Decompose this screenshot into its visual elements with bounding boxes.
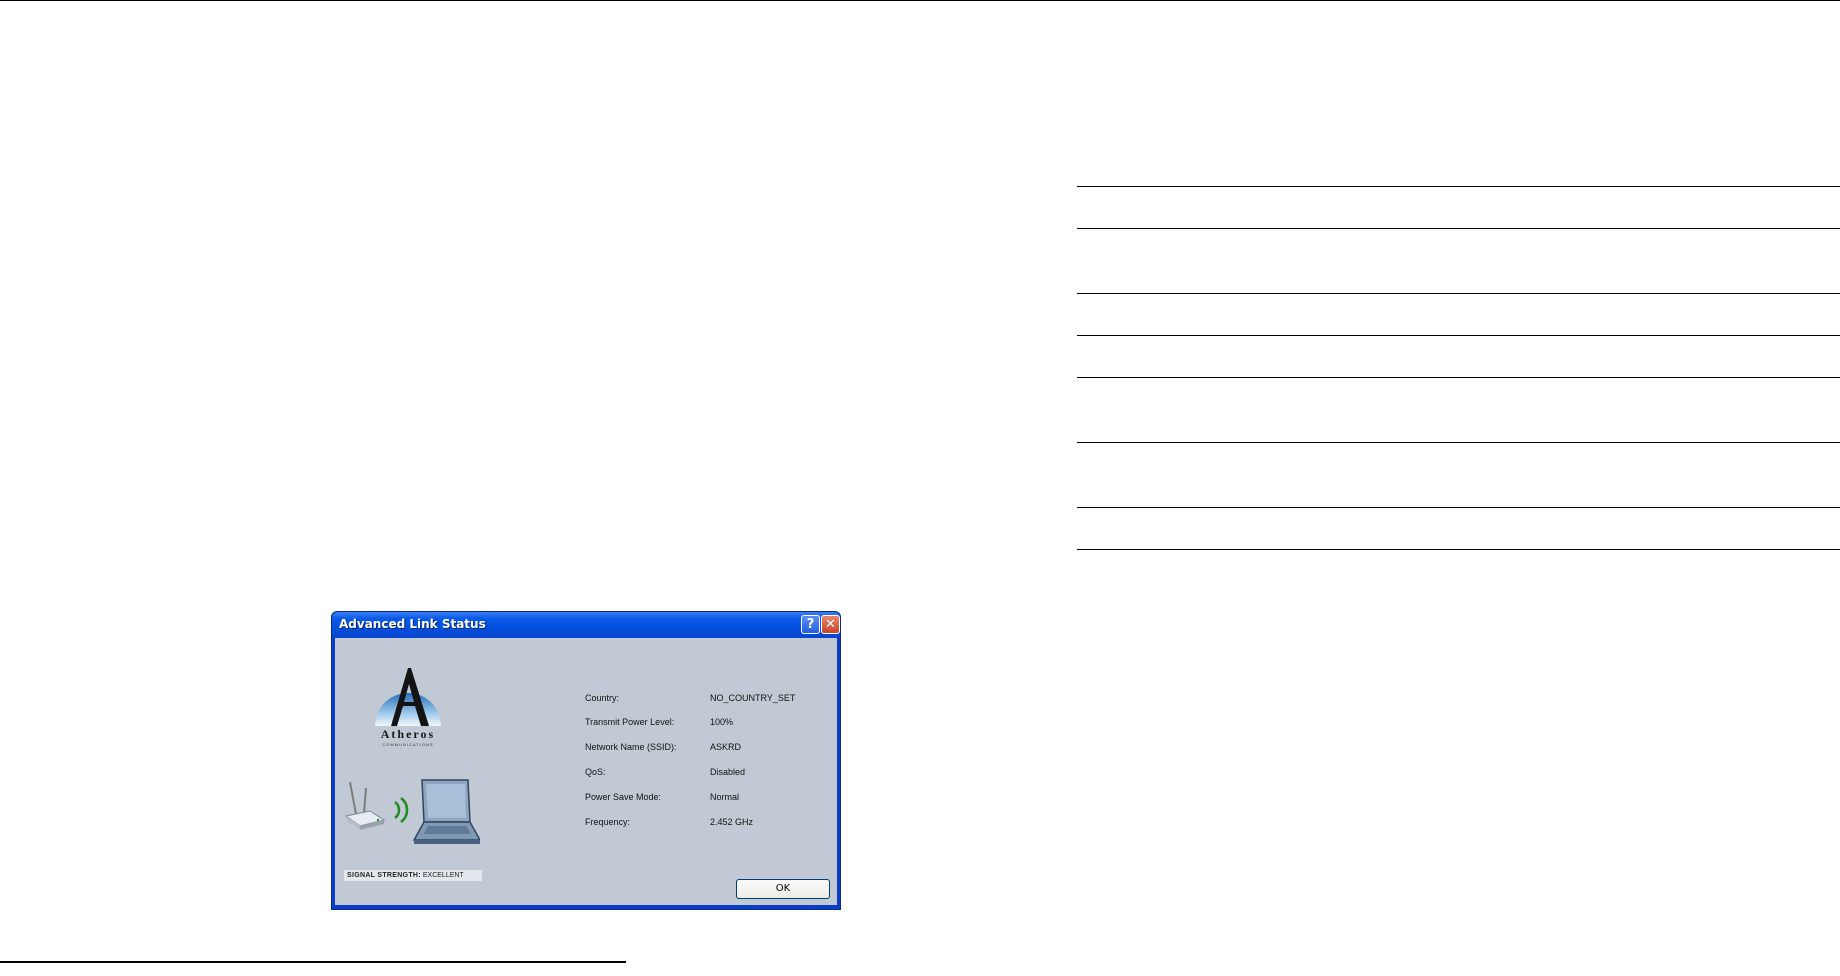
info-label: Transmit Power Level: bbox=[585, 717, 675, 727]
signal-waves-icon bbox=[394, 797, 409, 823]
info-value: Normal bbox=[710, 792, 740, 802]
ok-button[interactable]: OK bbox=[736, 879, 830, 899]
table-rule bbox=[1077, 293, 1840, 294]
info-value: 2.452 GHz bbox=[710, 817, 754, 827]
dialog-client-area: Atheros COMMUNICATIONS SIGNAL STRENGTH: … bbox=[335, 638, 837, 905]
logo-wordmark: Atheros bbox=[380, 727, 436, 741]
atheros-logo-icon bbox=[375, 668, 441, 726]
advanced-link-status-dialog: Advanced Link Status ? ✕ Atheros COMMUNI… bbox=[331, 611, 841, 910]
info-label: Network Name (SSID): bbox=[585, 742, 677, 752]
table-rule bbox=[1077, 549, 1840, 550]
info-value: Disabled bbox=[710, 767, 746, 777]
info-label: QoS: bbox=[585, 767, 606, 777]
laptop-icon bbox=[412, 779, 480, 844]
table-rule bbox=[1077, 186, 1840, 187]
table-rule bbox=[1077, 228, 1840, 229]
logo-subtitle: COMMUNICATIONS bbox=[382, 742, 434, 747]
table-rule bbox=[1077, 507, 1840, 508]
table-rule bbox=[1077, 442, 1840, 443]
signal-strength: SIGNAL STRENGTH: EXCELLENT bbox=[344, 870, 482, 881]
close-button[interactable]: ✕ bbox=[821, 615, 840, 634]
info-value: NO_COUNTRY_SET bbox=[710, 693, 796, 703]
info-label: Power Save Mode: bbox=[585, 792, 662, 802]
table-rule bbox=[1077, 335, 1840, 336]
table-rule bbox=[1077, 377, 1840, 378]
dialog-title: Advanced Link Status bbox=[339, 617, 486, 631]
signal-strength-label: SIGNAL STRENGTH: bbox=[347, 872, 421, 879]
access-point-icon bbox=[344, 781, 386, 830]
info-value: 100% bbox=[710, 717, 734, 727]
help-button[interactable]: ? bbox=[801, 615, 820, 634]
dialog-titlebar[interactable]: Advanced Link Status ? ✕ bbox=[332, 612, 840, 638]
connection-illustration bbox=[344, 779, 480, 844]
info-label: Frequency: bbox=[585, 817, 631, 827]
help-icon: ? bbox=[806, 617, 815, 632]
info-value: ASKRD bbox=[710, 742, 742, 752]
footnote-rule bbox=[0, 961, 626, 963]
top-rule bbox=[0, 0, 1840, 1]
close-icon: ✕ bbox=[825, 617, 836, 632]
signal-strength-value: EXCELLENT bbox=[422, 872, 464, 879]
info-label: Country: bbox=[585, 693, 620, 703]
